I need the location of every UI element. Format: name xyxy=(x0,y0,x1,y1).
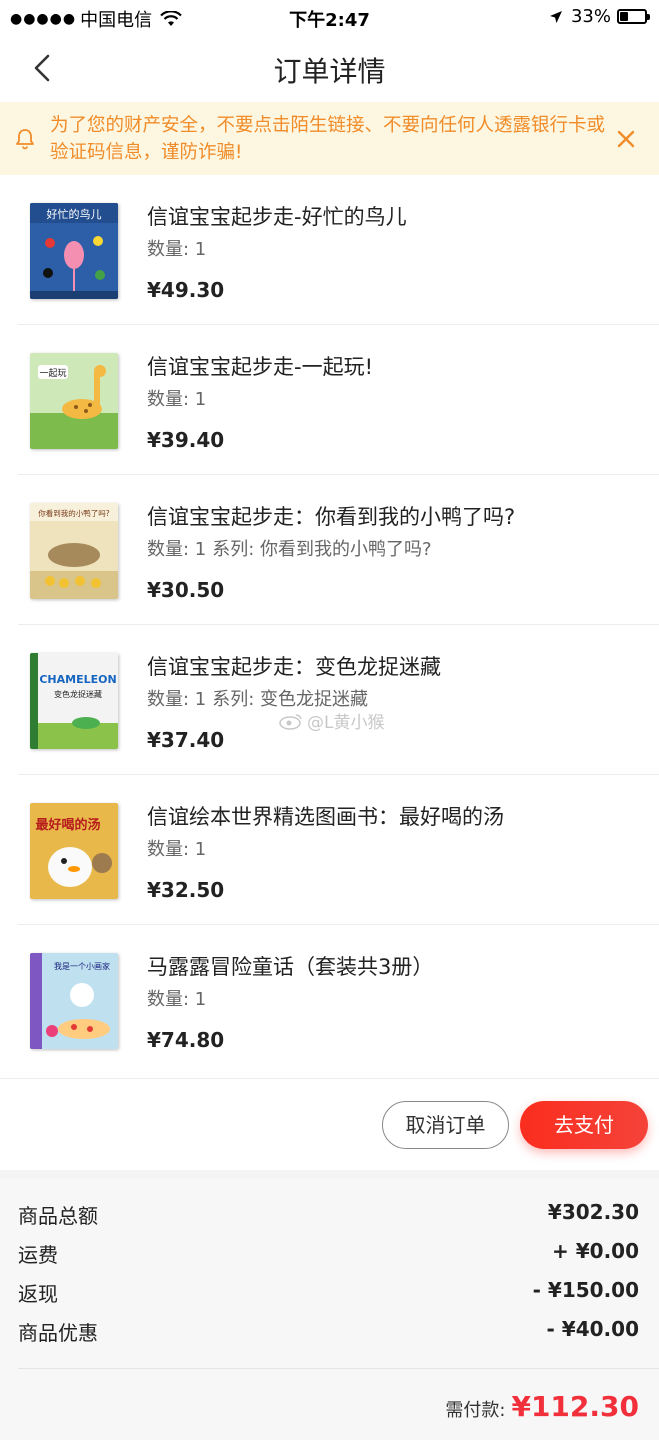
total-label: 需付款: xyxy=(445,1400,506,1421)
summary-value: + ¥0.00 xyxy=(552,1239,639,1263)
item-meta: 数量: 1 系列: 你看到我的小鸭了吗? xyxy=(147,535,432,561)
svg-text:一起玩: 一起玩 xyxy=(39,368,66,379)
item-name[interactable]: 信谊宝宝起步走：你看到我的小鸭了吗? xyxy=(147,501,515,531)
summary-label: 商品优惠 xyxy=(18,1321,98,1345)
summary-label: 运费 xyxy=(18,1243,58,1267)
item-price: ¥30.50 xyxy=(147,578,225,602)
order-item[interactable]: 你看到我的小鸭了吗? 信谊宝宝起步走：你看到我的小鸭了吗? 数量: 1 系列: 你… xyxy=(0,475,659,625)
order-summary: 商品总额 ¥302.30 运费 + ¥0.00 返现 - ¥150.00 商品优… xyxy=(0,1178,659,1440)
total-value: ¥112.30 xyxy=(511,1390,639,1423)
battery-percentage: 33% xyxy=(570,6,611,27)
order-item-list: 好忙的鸟儿 信谊宝宝起步走-好忙的鸟儿 数量: 1 ¥49.30 一起玩 信谊宝… xyxy=(0,175,659,1078)
book-cover-image: 最好喝的汤 xyxy=(30,803,118,899)
item-meta: 数量: 1 xyxy=(147,235,206,261)
battery-icon xyxy=(617,9,650,24)
book-cover-image: CHAMELEON 变色龙捉迷藏 xyxy=(30,653,118,749)
item-series: 系列: 你看到我的小鸭了吗? xyxy=(212,539,432,560)
item-price: ¥37.40 xyxy=(147,728,225,752)
book-cover-image: 你看到我的小鸭了吗? xyxy=(30,503,118,599)
item-price: ¥74.80 xyxy=(147,1028,225,1052)
summary-value: - ¥40.00 xyxy=(546,1317,639,1341)
order-item[interactable]: 最好喝的汤 信谊绘本世界精选图画书：最好喝的汤 数量: 1 ¥32.50 xyxy=(0,775,659,925)
item-name[interactable]: 马露露冒险童话（套装共3册） xyxy=(147,951,433,981)
notice-text: 为了您的财产安全，不要点击陌生链接、不要向任何人透露银行卡或验证码信息，谨防诈骗… xyxy=(50,115,606,163)
bell-icon xyxy=(16,129,34,150)
summary-value: - ¥150.00 xyxy=(532,1278,639,1302)
total-payable: 需付款: ¥112.30 xyxy=(445,1390,639,1423)
page-title: 订单详情 xyxy=(273,55,386,88)
book-cover-image: 一起玩 xyxy=(30,353,118,449)
divider xyxy=(18,1368,659,1369)
item-quantity: 数量: 1 xyxy=(147,839,207,860)
watermark-text: @L黄小猴 xyxy=(307,713,385,733)
order-item[interactable]: 好忙的鸟儿 信谊宝宝起步走-好忙的鸟儿 数量: 1 ¥49.30 xyxy=(0,175,659,325)
svg-text:好忙的鸟儿: 好忙的鸟儿 xyxy=(47,207,102,221)
svg-text:我是一个小画家: 我是一个小画家 xyxy=(54,961,110,971)
item-name[interactable]: 信谊宝宝起步走：变色龙捉迷藏 xyxy=(147,651,441,681)
pay-button[interactable]: 去支付 xyxy=(520,1101,648,1149)
order-item[interactable]: 一起玩 信谊宝宝起步走-一起玩! 数量: 1 ¥39.40 xyxy=(0,325,659,475)
cancel-order-button[interactable]: 取消订单 xyxy=(382,1101,509,1149)
location-arrow-icon xyxy=(549,10,562,23)
item-series: 系列: 变色龙捉迷藏 xyxy=(212,689,369,710)
summary-value: ¥302.30 xyxy=(547,1200,639,1224)
order-item[interactable]: CHAMELEON 变色龙捉迷藏 信谊宝宝起步走：变色龙捉迷藏 数量: 1 系列:… xyxy=(0,625,659,775)
item-meta: 数量: 1 xyxy=(147,835,206,861)
item-name[interactable]: 信谊宝宝起步走-一起玩! xyxy=(147,351,373,381)
summary-row-shipping: 运费 + ¥0.00 xyxy=(18,1239,639,1269)
nav-bar: 订单详情 xyxy=(0,34,659,102)
summary-label: 返现 xyxy=(18,1282,58,1306)
item-name[interactable]: 信谊绘本世界精选图画书：最好喝的汤 xyxy=(147,801,504,831)
item-meta: 数量: 1 xyxy=(147,985,206,1011)
close-icon[interactable] xyxy=(615,128,637,150)
item-quantity: 数量: 1 xyxy=(147,689,207,710)
item-quantity: 数量: 1 xyxy=(147,989,207,1010)
item-price: ¥32.50 xyxy=(147,878,225,902)
summary-row-cashback: 返现 - ¥150.00 xyxy=(18,1278,639,1308)
summary-row-subtotal: 商品总额 ¥302.30 xyxy=(18,1200,639,1230)
svg-text:你看到我的小鸭了吗?: 你看到我的小鸭了吗? xyxy=(38,508,109,518)
book-cover-image: 我是一个小画家 xyxy=(30,953,118,1049)
order-action-bar: 取消订单 去支付 xyxy=(0,1078,659,1170)
item-quantity: 数量: 1 xyxy=(147,389,207,410)
order-item[interactable]: 我是一个小画家 马露露冒险童话（套装共3册） 数量: 1 ¥74.80 xyxy=(0,925,659,1075)
svg-text:变色龙捉迷藏: 变色龙捉迷藏 xyxy=(54,689,102,699)
weibo-logo-icon xyxy=(279,713,302,730)
summary-row-discount: 商品优惠 - ¥40.00 xyxy=(18,1317,639,1347)
security-notice-banner: 为了您的财产安全，不要点击陌生链接、不要向任何人透露银行卡或验证码信息，谨防诈骗… xyxy=(0,102,659,175)
item-price: ¥39.40 xyxy=(147,428,225,452)
book-cover-image: 好忙的鸟儿 xyxy=(30,203,118,299)
item-quantity: 数量: 1 xyxy=(147,239,207,260)
svg-text:最好喝的汤: 最好喝的汤 xyxy=(35,817,100,833)
watermark: @L黄小猴 xyxy=(278,708,384,733)
item-name[interactable]: 信谊宝宝起步走-好忙的鸟儿 xyxy=(147,201,407,231)
item-meta: 数量: 1 xyxy=(147,385,206,411)
summary-label: 商品总额 xyxy=(18,1204,98,1228)
item-quantity: 数量: 1 xyxy=(147,539,207,560)
item-price: ¥49.30 xyxy=(147,278,225,302)
svg-text:CHAMELEON: CHAMELEON xyxy=(39,673,116,686)
status-bar: ●●●●● 中国电信 下午2:47 33% xyxy=(0,0,659,34)
